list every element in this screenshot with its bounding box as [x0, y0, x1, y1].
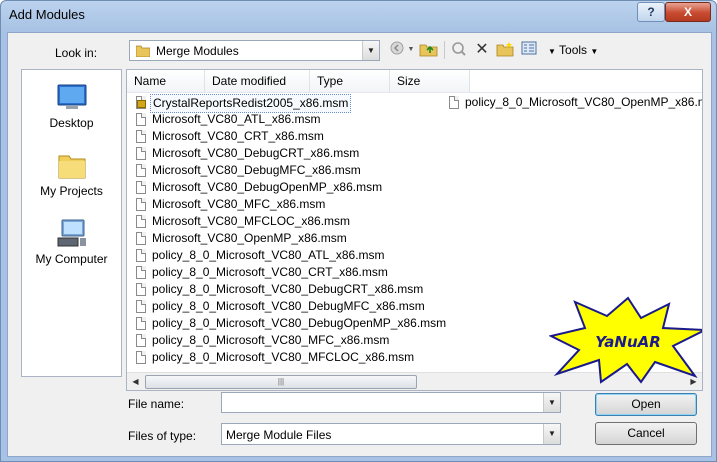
look-in-label: Look in: — [55, 46, 98, 60]
search-web-icon[interactable] — [450, 41, 468, 59]
close-button[interactable]: X — [665, 2, 711, 22]
scrollbar-thumb[interactable]: ||| — [145, 375, 417, 389]
back-dropdown-icon[interactable]: ▼ — [407, 41, 415, 59]
scroll-left-icon[interactable]: ◀ — [127, 373, 144, 390]
file-name: policy_8_0_Microsoft_VC80_OpenMP_x86.msm — [465, 95, 703, 109]
file-name: policy_8_0_Microsoft_VC80_MFC_x86.msm — [152, 333, 390, 347]
file-icon — [136, 232, 146, 245]
file-name: policy_8_0_Microsoft_VC80_ATL_x86.msm — [152, 248, 385, 262]
cancel-button[interactable]: Cancel — [595, 422, 697, 445]
new-folder-icon[interactable] — [496, 41, 514, 59]
back-icon[interactable] — [389, 41, 405, 59]
file-name: Microsoft_VC80_MFCLOC_x86.msm — [152, 214, 351, 228]
file-icon — [136, 351, 146, 364]
open-button[interactable]: Open — [595, 393, 697, 416]
place-my-projects[interactable]: My Projects — [22, 150, 121, 198]
look-in-combo[interactable]: Merge Modules ▼ — [129, 40, 380, 61]
file-icon — [136, 266, 146, 279]
file-name: Microsoft_VC80_OpenMP_x86.msm — [152, 231, 347, 245]
place-label: My Projects — [40, 184, 103, 198]
folder-icon — [56, 150, 88, 180]
file-icon — [136, 334, 146, 347]
tools-menu-button[interactable]: ▼ Tools ▼ — [548, 43, 598, 57]
computer-icon — [56, 218, 88, 248]
column-header-row: Name Date modified Type Size — [127, 70, 702, 93]
file-name-input[interactable]: ▼ — [221, 392, 561, 413]
folder-icon — [136, 45, 150, 57]
column-header-date-modified[interactable]: Date modified — [205, 70, 310, 92]
chevron-down-icon[interactable]: ▼ — [543, 393, 560, 412]
window-title: Add Modules — [9, 7, 85, 22]
place-desktop[interactable]: Desktop — [22, 82, 121, 130]
file-type-value: Merge Module Files — [226, 428, 332, 442]
tools-label: Tools — [559, 43, 588, 57]
watermark-burst: YaNuAR — [549, 296, 702, 384]
add-modules-dialog: Add Modules ? X Look in: Merge Modules ▼… — [0, 0, 717, 462]
chevron-down-icon[interactable]: ▼ — [362, 41, 379, 60]
file-name: Microsoft_VC80_DebugMFC_x86.msm — [152, 163, 361, 177]
delete-icon[interactable]: ✕ — [474, 41, 490, 59]
places-bar: Desktop My Projects My Computer — [21, 69, 122, 377]
file-name: policy_8_0_Microsoft_VC80_CRT_x86.msm — [152, 265, 388, 279]
file-type-combo[interactable]: Merge Module Files ▼ — [221, 423, 561, 445]
watermark-text: YaNuAR — [595, 333, 661, 351]
file-icon — [449, 96, 459, 109]
file-icon — [136, 249, 146, 262]
look-in-value: Merge Modules — [156, 44, 239, 58]
place-my-computer[interactable]: My Computer — [22, 218, 121, 266]
chevron-down-icon[interactable]: ▼ — [543, 424, 560, 444]
file-name: Microsoft_VC80_ATL_x86.msm — [152, 112, 321, 126]
file-icon — [136, 181, 146, 194]
file-name: policy_8_0_Microsoft_VC80_DebugOpenMP_x8… — [152, 316, 447, 330]
file-name: Microsoft_VC80_CRT_x86.msm — [152, 129, 324, 143]
file-icon — [136, 198, 146, 211]
file-name: Microsoft_VC80_MFC_x86.msm — [152, 197, 326, 211]
column-header-name[interactable]: Name — [127, 70, 205, 92]
file-type-label: Files of type: — [128, 429, 197, 443]
file-icon — [136, 283, 146, 296]
views-icon[interactable] — [520, 41, 538, 59]
file-icon — [136, 113, 146, 126]
file-name: policy_8_0_Microsoft_VC80_MFCLOC_x86.msm — [152, 350, 415, 364]
up-folder-icon[interactable] — [418, 41, 440, 59]
file-name-label: File name: — [128, 397, 185, 411]
file-icon — [136, 317, 146, 330]
place-label: My Computer — [35, 252, 108, 266]
file-name: Microsoft_VC80_DebugCRT_x86.msm — [152, 146, 360, 160]
desktop-icon — [56, 82, 88, 112]
tools-dropdown-icon: ▼ — [548, 47, 556, 56]
file-icon — [136, 215, 146, 228]
file-icon — [136, 147, 146, 160]
title-bar: Add Modules ? X — [1, 1, 716, 31]
file-list[interactable]: Name Date modified Type Size CrystalRepo… — [126, 69, 703, 391]
file-icon — [136, 300, 146, 313]
column-header-size[interactable]: Size — [390, 70, 470, 92]
file-name: Microsoft_VC80_DebugOpenMP_x86.msm — [152, 180, 383, 194]
file-icon — [136, 164, 146, 177]
place-label: Desktop — [49, 116, 94, 130]
file-icon — [136, 130, 146, 143]
column-header-type[interactable]: Type — [310, 70, 390, 92]
file-name: policy_8_0_Microsoft_VC80_DebugCRT_x86.m… — [152, 282, 424, 296]
lock-icon — [137, 100, 146, 108]
chevron-down-icon: ▼ — [590, 47, 599, 56]
toolbar-separator — [444, 41, 445, 59]
dialog-body: Look in: Merge Modules ▼ ▼ ✕ ▼ Tools ▼ D… — [7, 32, 712, 457]
file-name: policy_8_0_Microsoft_VC80_DebugMFC_x86.m… — [152, 299, 425, 313]
help-button[interactable]: ? — [637, 2, 665, 22]
